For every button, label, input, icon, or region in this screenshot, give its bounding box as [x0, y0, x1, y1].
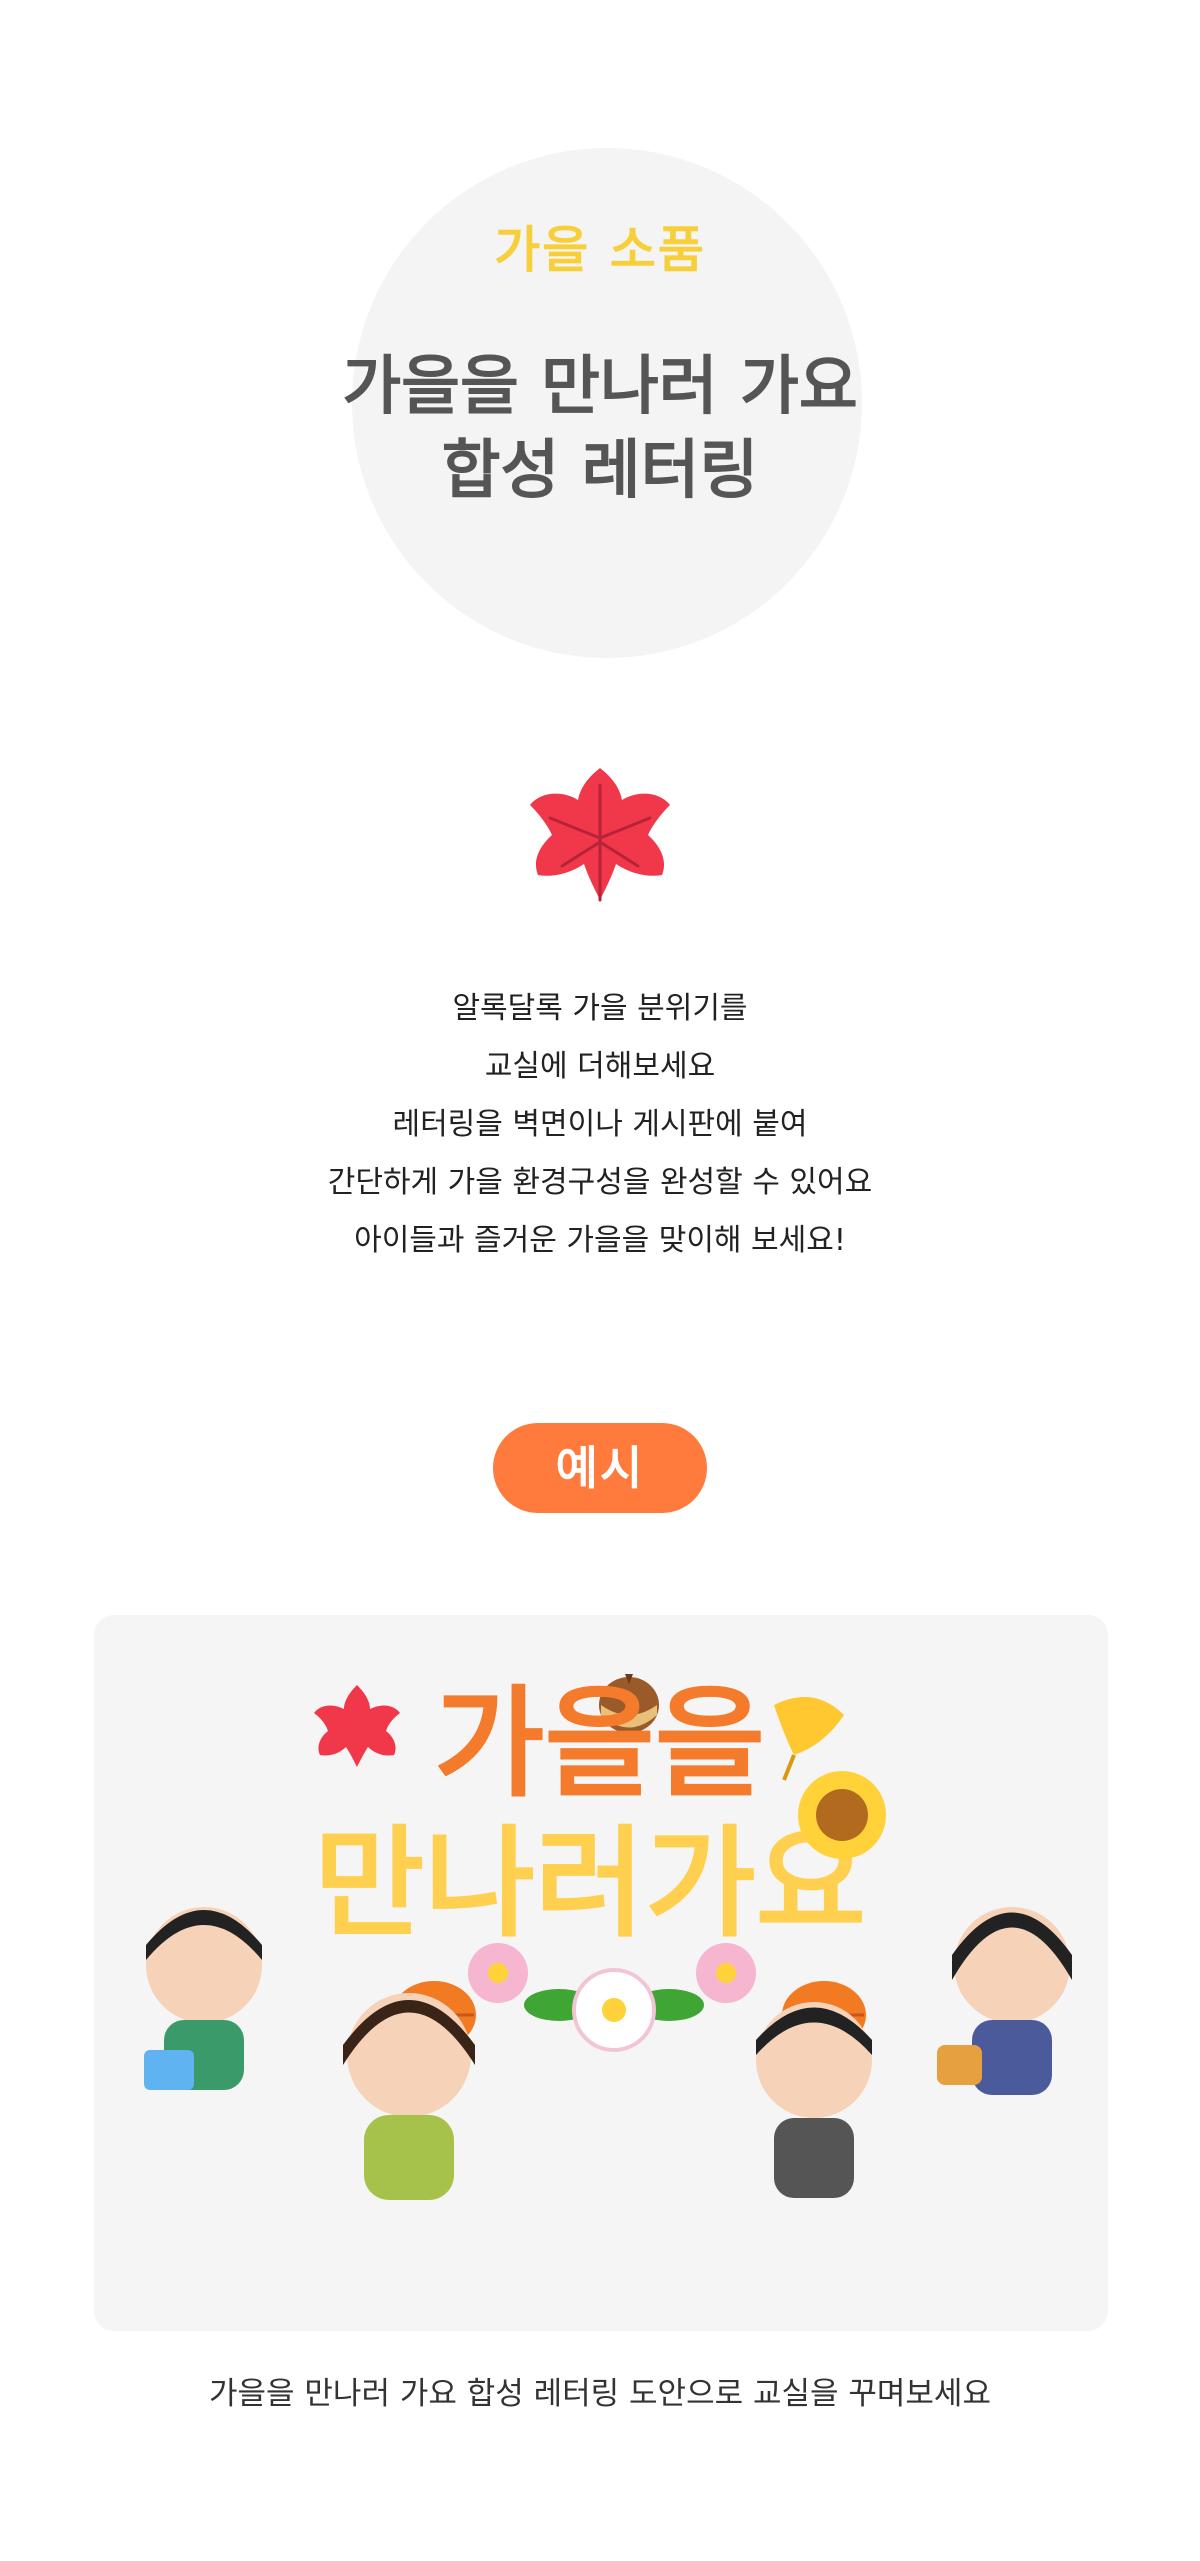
sunflower-icon	[798, 1771, 886, 1859]
page-title-line2: 합성 레터링	[441, 434, 759, 508]
description-line: 알록달록 가을 분위기를	[452, 991, 748, 1026]
white-flower-icon	[524, 1968, 704, 2052]
description-line: 아이들과 즐거운 가을을 맞이해 보세요!	[354, 1223, 846, 1258]
description-line: 교실에 더해보세요	[484, 1049, 716, 1084]
lettering-line1: 가을을	[434, 1675, 765, 1814]
example-illustration: 가을을 만나러가요	[144, 1674, 1072, 2200]
description-line: 레터링을 벽면이나 게시판에 붙여	[392, 1107, 808, 1142]
description-line: 간단하게 가을 환경구성을 완성할 수 있어요	[327, 1165, 873, 1200]
flower-icon	[696, 1943, 756, 2003]
description: 알록달록 가을 분위기를 교실에 더해보세요 레터링을 벽면이나 게시판에 붙여…	[0, 980, 1200, 1270]
red-leaf-icon	[314, 1685, 400, 1767]
example-card: 가을을 만나러가요	[94, 1615, 1108, 2331]
example-caption: 가을을 만나러 가요 합성 레터링 도안으로 교실을 꾸며보세요	[209, 2376, 991, 2412]
page-title-line1: 가을을 만나러 가요	[342, 350, 858, 424]
example-badge: 예시	[493, 1423, 707, 1513]
flower-icon	[468, 1943, 528, 2003]
child-figure	[144, 1907, 262, 2090]
child-figure	[937, 1907, 1072, 2095]
maple-leaf-icon	[530, 768, 670, 902]
page-subtitle: 가을 소품	[494, 221, 706, 279]
child-figure	[343, 1993, 475, 2200]
page-title: 가을을 만나러 가요 합성 레터링	[0, 345, 1200, 513]
lettering-line2: 만나러가요	[314, 1815, 866, 1954]
child-figure	[756, 2002, 872, 2198]
ginkgo-leaf-icon	[774, 1697, 844, 1781]
